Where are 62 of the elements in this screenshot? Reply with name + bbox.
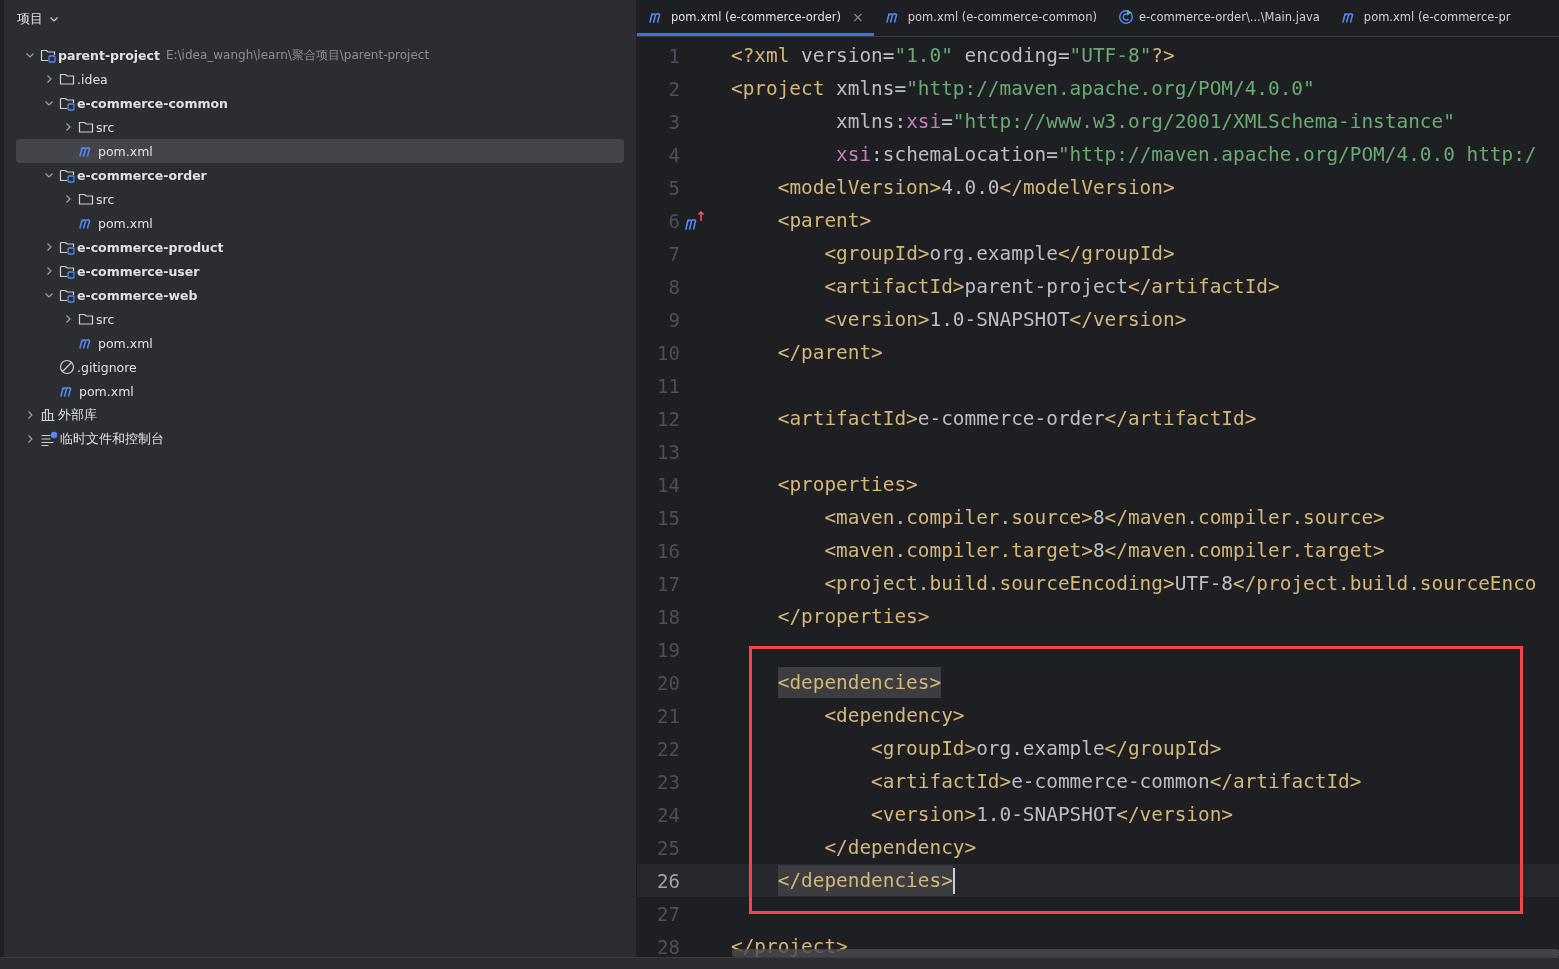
module-folder-icon [59,263,75,279]
tree-item[interactable]: pom.xml [16,331,624,355]
tree-item[interactable]: pom.xml [16,379,624,403]
line-number: 26 [656,869,680,892]
code-line: <version>1.0-SNAPSHOT</version> [870,802,1233,828]
project-view-dropdown[interactable]: 项目 [15,8,62,30]
code-line: <artifactId>e-commerce-order</artifactId> [776,406,1257,432]
module-folder-icon [59,167,75,183]
editor-tab[interactable]: pom.xml (e-commerce-pr [1329,0,1521,36]
tree-item[interactable]: e-commerce-common [16,91,624,115]
folder-icon [78,191,94,207]
code-line: </parent> [776,340,883,366]
tree-item[interactable]: e-commerce-product [16,235,624,259]
tree-item[interactable]: e-commerce-web [16,283,624,307]
editor-tab[interactable]: pom.xml (e-commerce-order) × [637,0,874,36]
code-line: <parent> [776,208,872,234]
module-folder-icon [40,47,56,63]
code-line: </project> [731,934,848,957]
code-line: <?xml version="1.0" encoding="UTF-8"?> [731,43,1175,69]
code-line: xmlns:xsi="http://www.w3.org/2001/XMLSchema-instance" [835,109,1455,135]
tree-item[interactable]: parent-project E:\idea_wangh\learn\聚合项目\parent-project [16,43,624,67]
folder-icon [59,71,75,87]
editor-tab[interactable]: pom.xml (e-commerce-common) [873,0,1107,36]
code-line: </dependency> [823,835,977,861]
tree-item[interactable]: e-commerce-user [16,259,624,283]
tree-item[interactable]: .gitignore [16,355,624,379]
tree-item[interactable]: pom.xml [16,211,624,235]
code-line: <dependency> [823,703,965,729]
tree-item[interactable]: src [16,187,624,211]
tree-item[interactable]: .idea [16,67,624,91]
code-line: <project xmlns="http://maven.apache.org/POM/4.0.0" [731,76,1315,102]
text-caret [952,867,955,894]
code-line: <maven.compiler.source>8</maven.compiler.source> [823,505,1385,531]
tree-item[interactable]: 外部库 [16,403,624,427]
tree-item[interactable]: src [16,115,624,139]
folder-icon [78,119,94,135]
tree-item[interactable]: e-commerce-order [16,163,624,187]
maven-parent-arrow-icon [684,209,706,232]
editor-tab[interactable]: e-commerce-order\...\Main.java [1106,0,1330,36]
close-button[interactable]: × [852,8,864,25]
tree-item[interactable]: src [16,307,624,331]
scratch-file-icon [40,431,58,447]
code-line: <project.build.sourceEncoding>UTF-8</project.build.sourceEnco [823,571,1537,597]
ignore-file-icon [59,359,75,375]
code-line: <maven.compiler.target>8</maven.compiler.target> [823,538,1385,564]
module-folder-icon [59,287,75,303]
java-class-icon [1117,8,1134,25]
module-folder-icon [59,95,75,111]
code-line: <version>1.0-SNAPSHOT</version> [823,307,1187,333]
code-line: <artifactId>e-commerce-common</artifactId> [870,769,1362,795]
tree-item[interactable]: 临时文件和控制台 [16,427,624,451]
library-icon [40,407,56,423]
code-line: <groupId>org.example</groupId> [823,241,1175,267]
code-line: </properties> [776,604,930,630]
folder-icon [78,311,94,327]
code-line: <groupId>org.example</groupId> [870,736,1222,762]
code-line: <properties> [776,472,918,498]
module-folder-icon [59,239,75,255]
code-line: <modelVersion>4.0.0</modelVersion> [776,175,1175,201]
code-line: xsi:schemaLocation="http://maven.apache.org/POM/4.0.0 http:/ [835,142,1537,168]
code-line: <artifactId>parent-project</artifactId> [823,274,1280,300]
tree-item[interactable]: pom.xml [16,139,624,163]
